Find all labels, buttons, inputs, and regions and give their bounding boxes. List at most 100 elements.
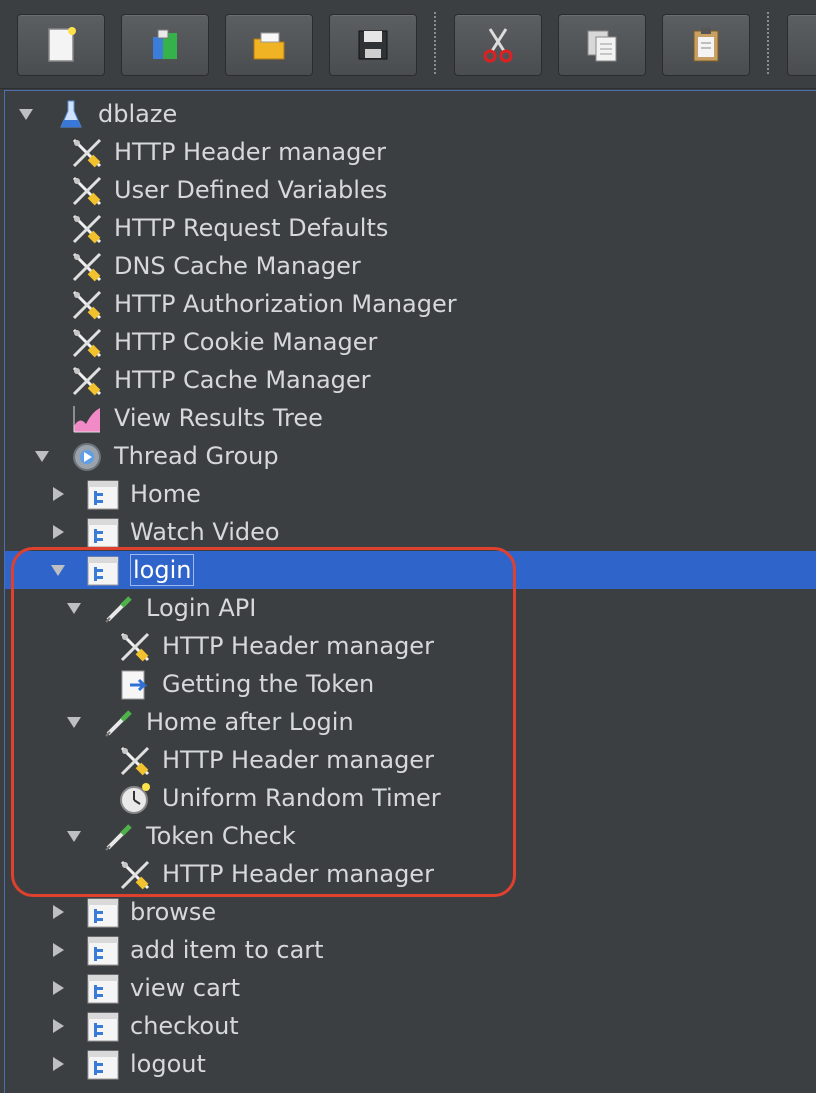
post-processor-icon xyxy=(118,668,152,702)
tree-node-view-cart[interactable]: view cart xyxy=(5,969,816,1007)
open-folder-icon xyxy=(253,32,285,60)
tree-node-label: browse xyxy=(130,898,217,926)
tree-node-label: HTTP Authorization Manager xyxy=(114,290,457,318)
collapse-toggle-icon[interactable] xyxy=(34,448,50,464)
tree-node-label: Home after Login xyxy=(146,708,354,736)
config-element-icon xyxy=(70,326,104,360)
expand-toggle-icon[interactable] xyxy=(50,980,66,996)
tree-node-label: logout xyxy=(130,1050,206,1078)
expand-toggle-icon[interactable] xyxy=(50,1018,66,1034)
expand-toggle-icon[interactable] xyxy=(50,524,66,540)
thread-group-icon xyxy=(70,440,104,474)
tree-node-browse[interactable]: browse xyxy=(5,893,816,931)
tree-node-view-results-tree[interactable]: View Results Tree xyxy=(5,399,816,437)
config-element-icon xyxy=(70,174,104,208)
tree-node-http-request-defaults[interactable]: HTTP Request Defaults xyxy=(5,209,816,247)
save-button[interactable] xyxy=(329,14,417,76)
new-button[interactable] xyxy=(17,14,105,76)
collapse-toggle-icon[interactable] xyxy=(50,562,66,578)
tree-node-label: DNS Cache Manager xyxy=(114,252,361,280)
tree-node-thread-group[interactable]: Thread Group xyxy=(5,437,816,475)
controller-icon xyxy=(86,1010,120,1044)
tree-node-login-api[interactable]: Login API xyxy=(5,589,816,627)
expand-toggle-icon[interactable] xyxy=(50,942,66,958)
tree-node-label: Getting the Token xyxy=(162,670,375,698)
tree-node-add-item-to-cart[interactable]: add item to cart xyxy=(5,931,816,969)
tree-node-label: HTTP Request Defaults xyxy=(114,214,389,242)
test-plan-tree[interactable]: dblaze HTTP Header manager User Defined Va… xyxy=(4,90,816,1093)
tree-node-logout[interactable]: logout xyxy=(5,1045,816,1083)
controller-icon xyxy=(86,896,120,930)
tree-node-label: view cart xyxy=(130,974,241,1002)
tree-node-http-cache-manager[interactable]: HTTP Cache Manager xyxy=(5,361,816,399)
controller-icon xyxy=(86,516,120,550)
tree-node-checkout[interactable]: checkout xyxy=(5,1007,816,1045)
paste-icon xyxy=(693,28,719,62)
tree-node-http-header-manager[interactable]: HTTP Header manager xyxy=(5,741,816,779)
save-icon xyxy=(358,30,388,60)
copy-icon xyxy=(587,30,617,62)
test-plan-icon xyxy=(54,98,88,132)
tree-node-label: login xyxy=(130,554,195,586)
expand-toggle-icon[interactable] xyxy=(50,1056,66,1072)
tree-node-http-authorization-manager[interactable]: HTTP Authorization Manager xyxy=(5,285,816,323)
tree-node-watch-video[interactable]: Watch Video xyxy=(5,513,816,551)
tree-node-label: User Defined Variables xyxy=(114,176,388,204)
tree-node-getting-the-token[interactable]: Getting the Token xyxy=(5,665,816,703)
tree-node-http-header-manager[interactable]: HTTP Header manager xyxy=(5,133,816,171)
collapse-toggle-icon[interactable] xyxy=(18,106,34,122)
tree-node-label: Login API xyxy=(146,594,257,622)
tree-node-label: HTTP Header manager xyxy=(162,860,434,888)
collapse-toggle-icon[interactable] xyxy=(66,714,82,730)
expand-toggle-icon[interactable] xyxy=(50,904,66,920)
cut-button[interactable] xyxy=(454,14,542,76)
sampler-icon xyxy=(102,706,136,740)
config-element-icon xyxy=(70,136,104,170)
tree-node-token-check[interactable]: Token Check xyxy=(5,817,816,855)
timer-icon xyxy=(118,782,152,816)
config-element-icon xyxy=(70,364,104,398)
tree-node-dblaze[interactable]: dblaze xyxy=(5,95,816,133)
paste-button[interactable] xyxy=(662,14,750,76)
toolbar xyxy=(0,0,816,89)
tree-node-login[interactable]: login xyxy=(5,551,816,589)
tree-node-label: add item to cart xyxy=(130,936,324,964)
tree-node-label: Home xyxy=(130,480,201,508)
tree-node-user-defined-variables[interactable]: User Defined Variables xyxy=(5,171,816,209)
tree-node-label: HTTP Header manager xyxy=(162,632,434,660)
tree-node-label: Thread Group xyxy=(114,442,279,470)
config-element-icon xyxy=(118,744,152,778)
open-button[interactable] xyxy=(225,14,313,76)
new-document-icon xyxy=(48,27,76,62)
tree-node-http-header-manager[interactable]: HTTP Header manager xyxy=(5,627,816,665)
tree-node-http-header-manager[interactable]: HTTP Header manager xyxy=(5,855,816,893)
config-element-icon xyxy=(118,630,152,664)
tree-node-label: HTTP Header manager xyxy=(162,746,434,774)
tree-node-uniform-random-timer[interactable]: Uniform Random Timer xyxy=(5,779,816,817)
config-element-icon xyxy=(118,858,152,892)
sampler-icon xyxy=(102,592,136,626)
toolbar-separator xyxy=(767,12,769,74)
listener-icon xyxy=(70,402,104,436)
tree-node-label: HTTP Cookie Manager xyxy=(114,328,378,356)
sampler-icon xyxy=(102,820,136,854)
tree-node-http-cookie-manager[interactable]: HTTP Cookie Manager xyxy=(5,323,816,361)
templates-button[interactable] xyxy=(121,14,209,76)
templates-icon xyxy=(153,29,177,59)
collapse-toggle-icon[interactable] xyxy=(66,600,82,616)
more-toolbar-button[interactable] xyxy=(787,14,816,76)
tree-node-dns-cache-manager[interactable]: DNS Cache Manager xyxy=(5,247,816,285)
controller-icon xyxy=(86,972,120,1006)
tree-node-label: dblaze xyxy=(98,100,178,128)
controller-icon xyxy=(86,934,120,968)
config-element-icon xyxy=(70,212,104,246)
copy-button[interactable] xyxy=(558,14,646,76)
expand-toggle-icon[interactable] xyxy=(50,486,66,502)
tree-node-home[interactable]: Home xyxy=(5,475,816,513)
tree-node-home-after-login[interactable]: Home after Login xyxy=(5,703,816,741)
tree-node-label: HTTP Header manager xyxy=(114,138,386,166)
toolbar-separator xyxy=(434,12,436,74)
tree-node-label: Token Check xyxy=(146,822,296,850)
tree-node-label: Uniform Random Timer xyxy=(162,784,441,812)
collapse-toggle-icon[interactable] xyxy=(66,828,82,844)
